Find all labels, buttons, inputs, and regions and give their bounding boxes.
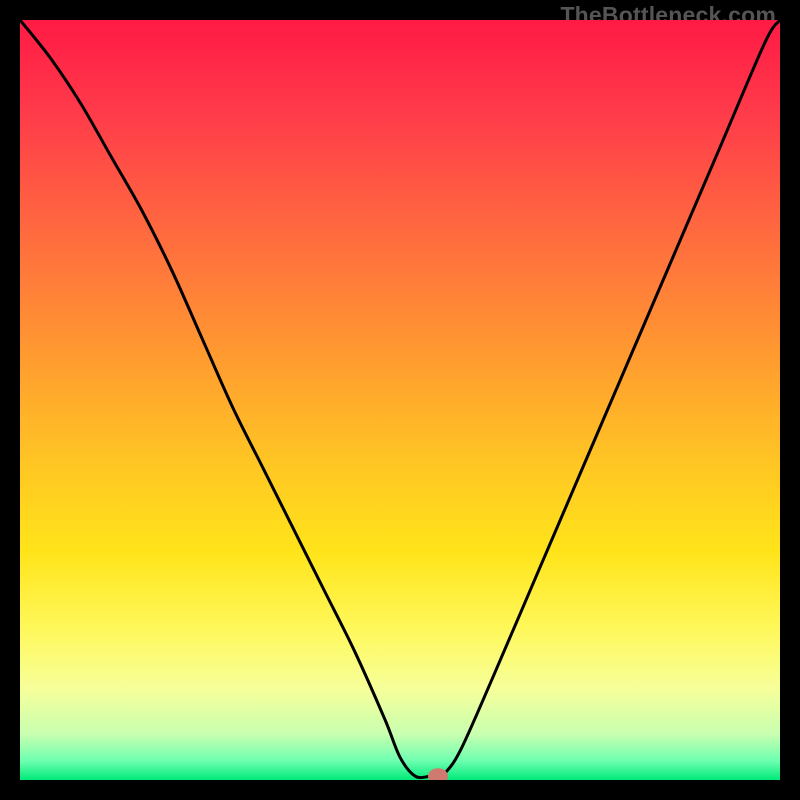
plot-background	[20, 20, 780, 780]
chart-svg	[20, 20, 780, 780]
chart-frame: TheBottleneck.com	[0, 0, 800, 800]
chart-stage	[20, 20, 780, 780]
